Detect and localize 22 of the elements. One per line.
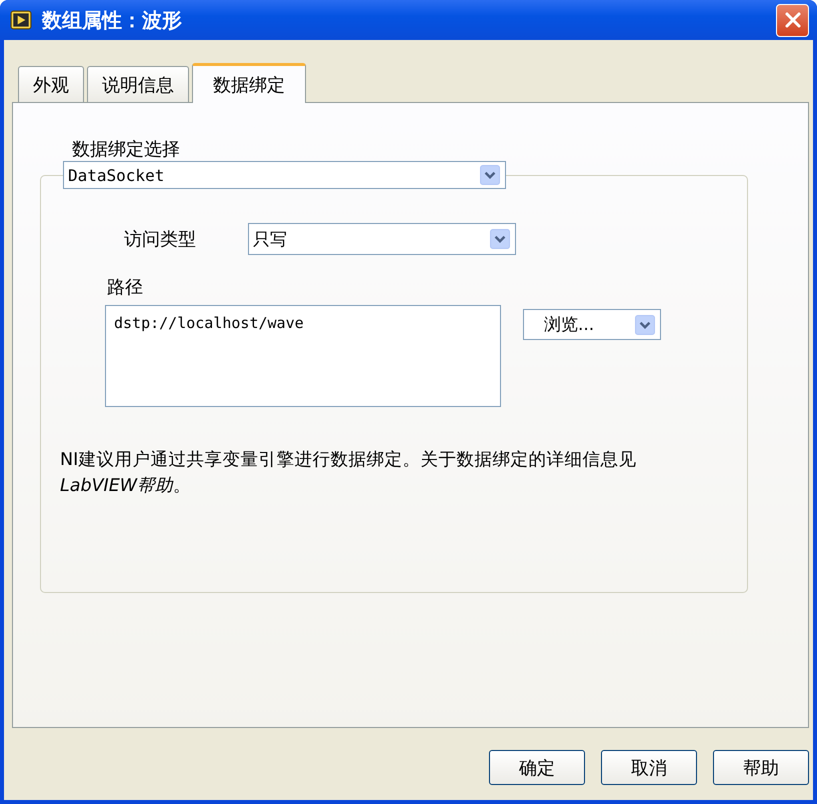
field-label: 数据绑定选择 bbox=[72, 138, 181, 161]
dialog-button[interactable]: 取消 bbox=[601, 750, 697, 785]
help-link[interactable]: LabVIEW帮助 bbox=[60, 476, 174, 496]
chevron-down-icon bbox=[479, 165, 501, 185]
browse-dropdown[interactable]: 浏览... bbox=[523, 309, 661, 340]
tab[interactable]: 说明信息 bbox=[87, 66, 189, 102]
close-icon bbox=[782, 10, 802, 30]
tab[interactable]: 外观 bbox=[18, 66, 84, 102]
tab[interactable]: 数据绑定 bbox=[192, 63, 306, 103]
dropdown[interactable]: DataSocket bbox=[63, 161, 506, 189]
window-title: 数组属性：波形 bbox=[42, 6, 183, 34]
close-button[interactable] bbox=[776, 4, 809, 36]
play-icon bbox=[10, 9, 32, 31]
field-label: 访问类型 bbox=[124, 228, 197, 251]
dialog-button[interactable]: 确定 bbox=[489, 750, 585, 785]
chevron-down-icon bbox=[489, 229, 511, 249]
dropdown[interactable]: 只写 bbox=[248, 223, 516, 255]
path-field[interactable]: dstp://localhost/wave bbox=[105, 305, 501, 407]
field-label: 路径 bbox=[107, 276, 144, 299]
note-text: NI建议用户通过共享变量引擎进行数据绑定。关于数据绑定的详细信息见 LabVIEW帮助。 bbox=[60, 449, 638, 498]
dialog-button[interactable]: 帮助 bbox=[713, 750, 809, 785]
chevron-down-icon bbox=[634, 314, 656, 334]
